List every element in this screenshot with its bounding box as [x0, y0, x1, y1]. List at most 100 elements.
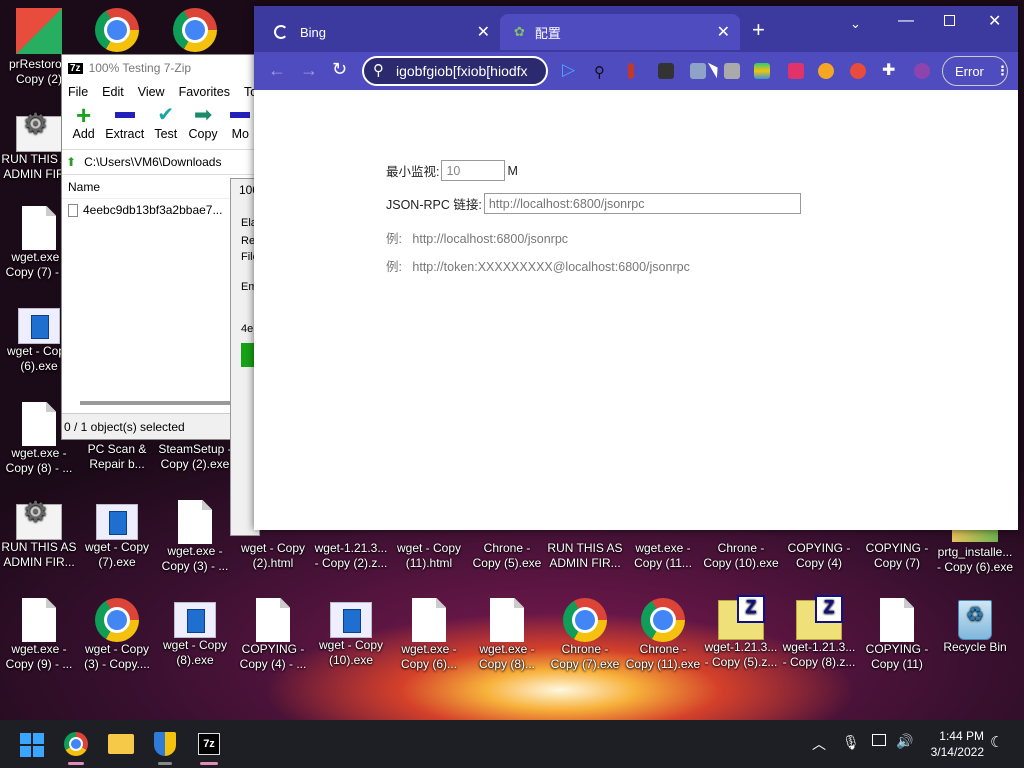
name-column-header[interactable]: Name [62, 175, 256, 199]
menu-file[interactable]: File [68, 85, 88, 99]
time: 1:44 PM [939, 729, 984, 743]
document-icon [490, 598, 524, 642]
desktop-icon[interactable]: wget-1.21.3... - Copy (5).z... [702, 595, 780, 669]
extension-icon[interactable] [788, 63, 804, 79]
example-2: 例: http://token:XXXXXXXXX@localhost:6800… [386, 260, 690, 274]
chrome-icon [563, 598, 607, 642]
min-monitor-input[interactable] [441, 160, 506, 181]
extension-search-icon[interactable]: ⚲ [594, 63, 610, 81]
desktop-icon[interactable]: COPYING - Copy (7) [858, 541, 936, 570]
menu-favorites[interactable]: Favorites [179, 85, 230, 99]
desktop-icon[interactable]: COPYING - Copy (4) - ... [234, 598, 312, 671]
zip-icon [796, 595, 843, 640]
reload-icon[interactable]: ↻ [332, 59, 347, 80]
error-button[interactable]: Error ⋮ [942, 56, 1009, 86]
extension-favicon-icon: ✿ [514, 24, 525, 39]
arrow-right-icon: ➡ [193, 102, 213, 127]
puzzle-icon[interactable]: ✚ [882, 60, 898, 79]
back-icon[interactable]: ← [268, 60, 286, 81]
desktop-icon[interactable]: Chrone - Copy (7).exe [546, 598, 624, 671]
notifications-moon-icon[interactable]: ☾ [990, 733, 1003, 751]
extension-icon[interactable] [724, 63, 740, 79]
status-bar: 0 / 1 object(s) selected [62, 413, 256, 439]
rpc-link-input[interactable] [483, 193, 801, 214]
desktop-icon[interactable]: RUN THIS AS ADMIN FIR... [546, 541, 624, 570]
move-icon [230, 112, 251, 118]
plus-icon: + [76, 100, 92, 130]
horizontal-scrollbar[interactable] [80, 401, 250, 405]
copy-button[interactable]: ➡ Copy [187, 103, 218, 149]
document-icon [22, 598, 56, 642]
desktop-icon[interactable]: wget.exe - Copy (11... [624, 541, 702, 570]
volume-icon[interactable]: 🔊 [896, 733, 913, 750]
maximize-button[interactable] [944, 15, 955, 26]
microphone-icon[interactable]: 🎙 [842, 734, 860, 751]
extension-icon[interactable] [754, 63, 770, 79]
extension-play-icon[interactable]: ▷ [562, 60, 575, 80]
taskbar-chrome-icon[interactable] [64, 732, 88, 756]
desktop-icon[interactable]: wget.exe - Copy (9) - ... [0, 598, 78, 671]
tab-config[interactable]: ✿ 配置 ✕ [500, 14, 740, 50]
extension-icon[interactable] [850, 63, 866, 79]
min-monitor-label: 最小监视: [386, 165, 440, 179]
desktop-icon[interactable]: wget.exe - Copy (6)... [390, 598, 468, 671]
desktop-icon[interactable]: wget - Copy (11).html [390, 541, 468, 570]
desktop-icon[interactable]: RUN THIS AS ADMIN FIR... [0, 500, 78, 569]
desktop-icon[interactable]: wget - Copy (2).html [234, 541, 312, 570]
extension-icon[interactable] [818, 63, 834, 79]
menu-view[interactable]: View [138, 85, 165, 99]
desktop-icon[interactable]: PC Scan & Repair b... [78, 442, 156, 471]
desktop-icon[interactable]: wget-1.21.3... - Copy (8).z... [780, 595, 858, 669]
address-bar[interactable]: ⚲ igobfgiob[fxiob[hiodfx [362, 56, 548, 86]
profile-avatar[interactable] [914, 63, 930, 79]
start-button[interactable] [20, 733, 44, 757]
desktop-icon[interactable]: COPYING - Copy (11) [858, 598, 936, 671]
up-folder-icon[interactable]: ⬆ [66, 155, 76, 169]
desktop-icon[interactable]: wget-1.21.3... - Copy (2).z... [312, 541, 390, 570]
close-tab-icon[interactable]: ✕ [717, 22, 730, 42]
extension-icon[interactable] [658, 63, 674, 79]
window-title-bar[interactable]: 7z 100% Testing 7-Zip [62, 55, 256, 81]
desktop-icon[interactable]: Chrone - Copy (5).exe [468, 541, 546, 570]
desktop-icon[interactable]: Chrone - Copy (10).exe [702, 541, 780, 570]
extension-icon[interactable] [690, 63, 706, 79]
desktop-icon[interactable]: wget - Copy (10).exe [312, 598, 390, 667]
desktop-icon[interactable]: wget.exe - Copy (8)... [468, 598, 546, 671]
network-icon[interactable] [872, 734, 886, 746]
desktop-icon[interactable]: prtg_installe... - Copy (6).exe [936, 526, 1014, 574]
desktop-icon[interactable] [78, 8, 156, 52]
clock[interactable]: 1:44 PM 3/14/2022 [922, 728, 984, 760]
desktop-icon[interactable]: wget - Copy (3) - Copy.... [78, 598, 156, 671]
move-button[interactable]: Mo [225, 103, 256, 149]
desktop-icon[interactable]: wget - Copy (7).exe [78, 500, 156, 569]
menu-edit[interactable]: Edit [102, 85, 124, 99]
desktop-icon[interactable]: COPYING - Copy (4) [780, 541, 858, 570]
desktop-icon[interactable]: Chrone - Copy (11).exe [624, 598, 702, 671]
test-button[interactable]: ✔ Test [150, 103, 181, 149]
example-1: 例: http://localhost:6800/jsonrpc [386, 232, 569, 246]
minimize-button[interactable]: — [898, 12, 914, 30]
file-explorer-icon[interactable] [108, 734, 134, 754]
path-field[interactable]: C:\Users\VM6\Downloads [84, 155, 221, 169]
tab-search-icon[interactable]: ⌄ [850, 16, 861, 32]
taskbar: 7z ︿ 🎙 🔊 1:44 PM 3/14/2022 ☾ [0, 720, 1024, 768]
sevenzip-taskbar-icon[interactable]: 7z [198, 733, 220, 755]
chevron-up-icon[interactable]: ︿ [812, 734, 826, 754]
desktop-icon[interactable]: wget.exe - Copy (3) - ... [156, 500, 234, 573]
tab-bing[interactable]: Bing ✕ [260, 14, 500, 50]
forward-icon[interactable]: → [300, 60, 318, 81]
desktop-icon[interactable]: Recycle Bin [936, 598, 1014, 655]
extract-button[interactable]: Extract [105, 103, 144, 149]
file-row[interactable]: 4eebc9db13bf3a2bbae7... [62, 199, 256, 221]
extension-icon[interactable] [628, 63, 634, 79]
setup-icon [330, 602, 372, 638]
path-bar[interactable]: ⬆ C:\Users\VM6\Downloads [62, 149, 256, 175]
new-tab-button[interactable]: + [752, 18, 765, 42]
desktop-icon[interactable]: SteamSetup - Copy (2).exe [156, 442, 234, 471]
close-tab-icon[interactable]: ✕ [477, 22, 490, 42]
add-button[interactable]: + Add [68, 100, 99, 149]
desktop-icon[interactable] [156, 8, 234, 52]
security-shield-icon[interactable] [154, 732, 176, 756]
desktop-icon[interactable]: wget - Copy (8).exe [156, 598, 234, 667]
close-window-button[interactable]: ✕ [988, 11, 1001, 31]
